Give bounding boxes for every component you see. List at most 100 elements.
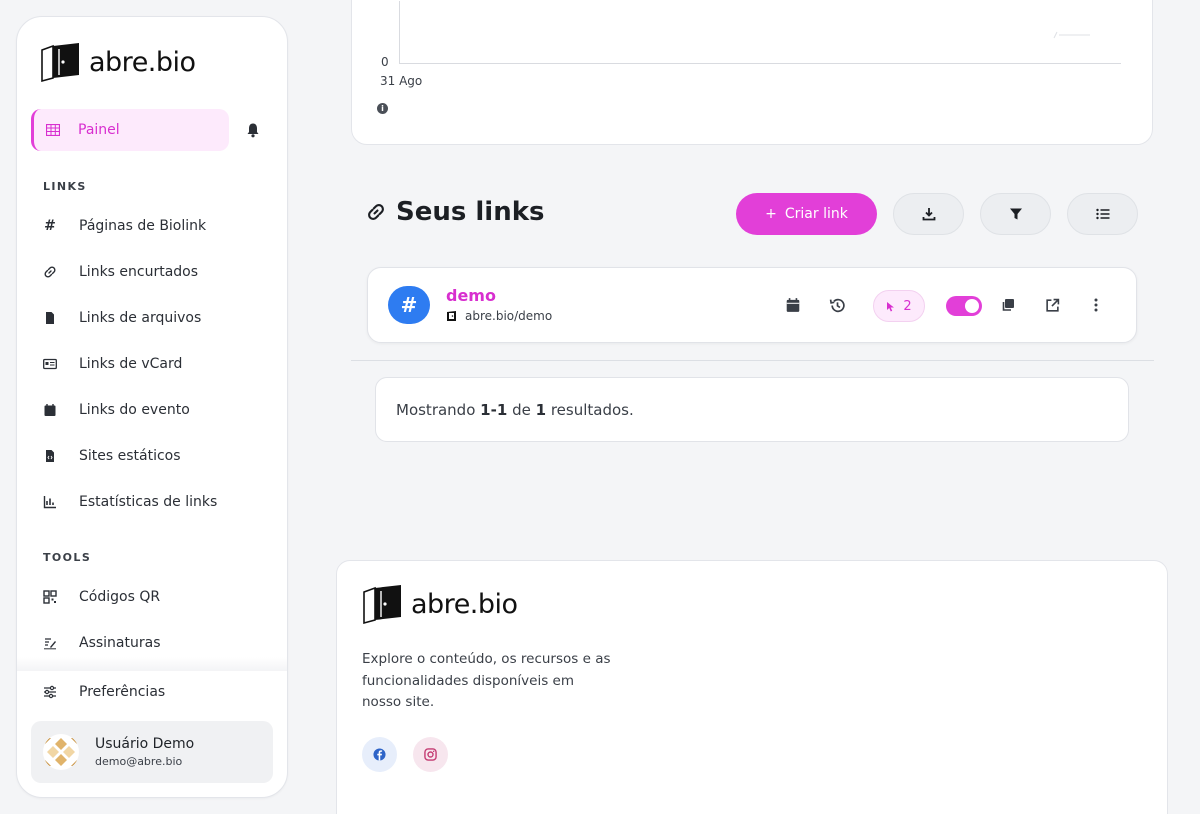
pagination-summary: Mostrando 1-1 de 1 resultados. [375,377,1129,442]
export-button[interactable] [893,193,964,235]
bell-icon[interactable] [245,122,261,138]
calendar-icon [44,404,56,416]
chart-x-tick: 31 Ago [380,74,423,88]
history-button[interactable] [828,296,846,314]
sidebar-item-label: Preferências [79,684,166,700]
door-logo-icon [363,585,401,625]
list-icon [1095,208,1109,220]
divider [351,360,1154,361]
footer-card: abre.bio Explore o conteúdo, os recursos… [336,560,1168,814]
facebook-button[interactable] [362,737,397,772]
link-icon [44,266,56,278]
sidebar-item-event-links[interactable]: Links do evento [43,395,273,425]
brand-logo[interactable]: abre.bio [39,41,196,83]
pager-total: 1 [535,400,547,419]
chart-y-axis [399,1,400,63]
link-url[interactable]: abre.bio/demo [446,309,552,323]
user-name: Usuário Demo [95,736,195,752]
link-icon [368,204,384,220]
clicks-badge[interactable]: 2 [873,290,925,322]
copy-icon [1002,299,1014,311]
hash-icon: # [44,218,56,234]
file-code-icon [46,450,54,462]
footer-logo[interactable]: abre.bio [361,583,518,625]
qr-icon [43,590,57,604]
section-title-tools: TOOLS [43,551,92,564]
download-icon [922,208,935,221]
kebab-menu-icon [1094,298,1098,312]
sidebar-item-qr-codes[interactable]: Códigos QR [43,582,273,612]
instagram-button[interactable] [413,737,448,772]
file-icon [46,312,54,324]
clicks-count: 2 [903,298,912,314]
stats-chart-card: 0 31 Ago i [351,0,1153,145]
links-header: Seus links [366,197,545,227]
sidebar-item-label: Códigos QR [79,589,161,605]
plus-icon: + [765,206,777,222]
brand-name: abre.bio [89,46,196,78]
sidebar-item-label: Links de vCard [79,356,183,372]
sidebar-item-preferences[interactable]: Preferências [43,677,273,707]
sidebar-item-label: Links de arquivos [79,310,202,326]
sidebar-item-short-links[interactable]: Links encurtados [43,257,273,287]
instagram-icon [424,748,437,761]
pager-range: 1-1 [480,400,508,419]
sidebar-item-file-links[interactable]: Links de arquivos [43,303,273,333]
sidebar-item-static-sites[interactable]: Sites estáticos [43,441,273,471]
grid-table-icon [46,124,60,136]
more-options-button[interactable] [1087,296,1105,314]
id-card-icon [43,358,57,370]
sidebar-item-label: Assinaturas [79,635,161,651]
door-logo-icon [447,311,456,321]
signature-icon [44,638,56,650]
scroll-fade [17,657,287,671]
calendar-button[interactable] [784,296,802,314]
list-view-button[interactable] [1067,193,1138,235]
sidebar-item-vcard-links[interactable]: Links de vCard [43,349,273,379]
cursor-icon [887,301,895,311]
filter-button[interactable] [980,193,1051,235]
sidebar-item-label: Links do evento [79,402,190,418]
door-logo-icon [41,43,79,83]
biolink-badge: # [388,286,430,324]
calendar-icon [786,298,800,312]
sidebar-item-signatures[interactable]: Assinaturas [43,628,273,658]
create-link-button[interactable]: + Criar link [736,193,877,235]
avatar [43,734,79,770]
link-name[interactable]: demo [446,286,496,305]
history-icon [829,298,845,312]
sidebar-item-label: Páginas de Biolink [79,218,207,234]
link-enabled-toggle[interactable] [946,296,982,316]
info-icon[interactable]: i [377,103,388,114]
sidebar-item-label: Estatísticas de links [79,494,218,510]
duplicate-button[interactable] [999,296,1017,314]
chart-watermark-icon [1053,31,1090,39]
facebook-icon [373,748,386,761]
create-link-label: Criar link [784,206,848,222]
section-title-links: LINKS [43,180,87,193]
open-external-button[interactable] [1043,296,1061,314]
page-title: Seus links [396,197,545,227]
external-link-icon [1045,298,1059,312]
sidebar: abre.bio Painel LINKS # Páginas de Bioli… [16,16,288,798]
user-card[interactable]: Usuário Demo demo@abre.bio [31,721,273,783]
pager-prefix: Mostrando [396,400,476,419]
sliders-icon [44,685,56,699]
sidebar-item-painel[interactable]: Painel [31,109,229,151]
pager-suffix: resultados. [550,400,634,419]
link-url-text: abre.bio/demo [465,309,553,323]
sidebar-item-link-stats[interactable]: Estatísticas de links [43,487,273,517]
footer-description: Explore o conteúdo, os recursos e as fun… [362,651,611,710]
sidebar-item-biolink[interactable]: # Páginas de Biolink [43,211,273,241]
chart-y-tick: 0 [381,55,389,69]
user-email: demo@abre.bio [95,755,183,768]
filter-icon [1009,208,1022,220]
sidebar-item-label: Painel [78,122,120,138]
toggle-knob [965,299,979,313]
footer-brand-name: abre.bio [411,588,518,620]
link-row: # demo abre.bio/demo 2 [367,267,1137,343]
pager-middle: de [512,400,531,419]
sidebar-item-label: Links encurtados [79,264,199,280]
chart-icon [43,496,56,509]
sidebar-item-label: Sites estáticos [79,448,181,464]
